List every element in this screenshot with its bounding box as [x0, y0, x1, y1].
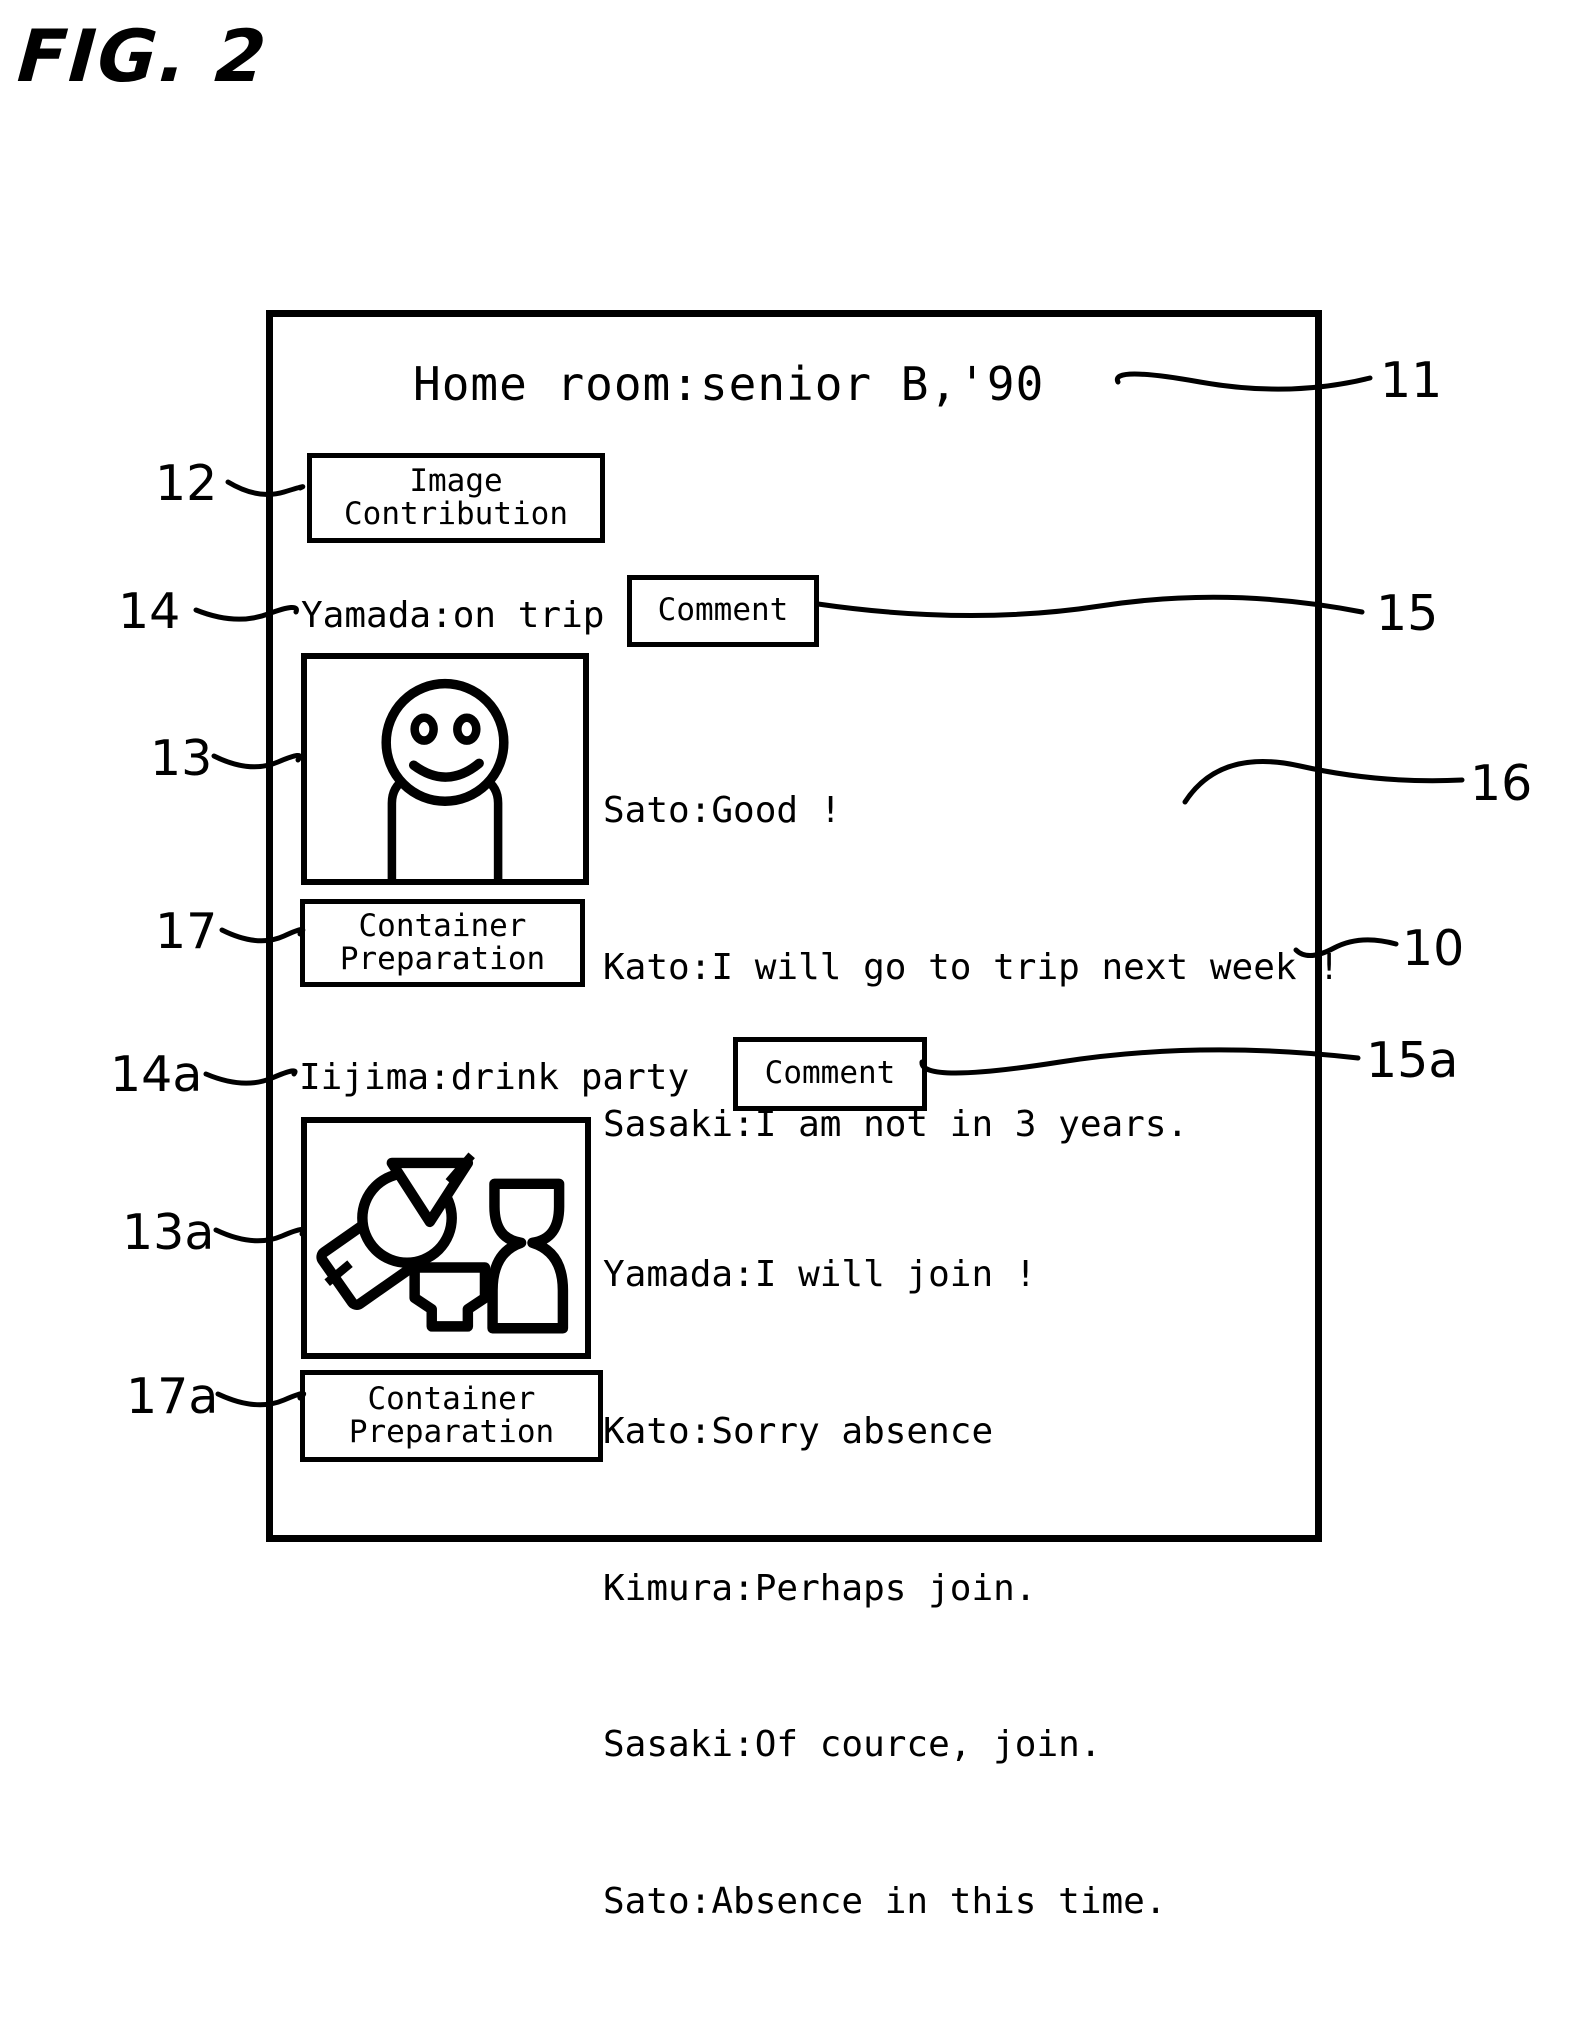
comment-line: Kato:I will go to trip next week !	[603, 946, 1340, 988]
post-image-iijima[interactable]	[301, 1117, 591, 1359]
ref-number-11: 11	[1380, 352, 1443, 409]
image-contribution-button[interactable]: Image Contribution	[307, 453, 605, 543]
comment-line: Kimura:Perhaps join.	[603, 1567, 1037, 1609]
smiley-person-icon	[381, 678, 509, 879]
page-title: Home room:senior B,'90	[413, 357, 1045, 411]
comment-button-1[interactable]: Comment	[627, 575, 819, 647]
ref-number-10: 10	[1402, 920, 1465, 977]
ref-number-13a: 13a	[122, 1204, 215, 1261]
container-preparation-button-1[interactable]: Container Preparation	[300, 899, 585, 987]
ref-number-12: 12	[155, 455, 218, 512]
comment-line: Kato:Sorry absence	[603, 1410, 994, 1452]
post-heading-yamada: Yamada:on trip	[301, 595, 605, 636]
comment-line: Sato:Good !	[603, 790, 842, 832]
post-image-yamada[interactable]	[301, 653, 589, 885]
ref-number-17a: 17a	[126, 1368, 219, 1425]
drink-party-dishes-icon	[316, 1152, 569, 1334]
ref-number-17: 17	[155, 903, 218, 960]
post-heading-iijima: Iijima:drink party	[299, 1057, 690, 1098]
ref-number-16: 16	[1470, 755, 1533, 812]
ref-number-14a: 14a	[110, 1046, 203, 1103]
comment-list-2: Yamada:I will join ! Kato:Sorry absence …	[603, 1145, 1167, 2032]
comment-button-2[interactable]: Comment	[733, 1037, 927, 1111]
comment-line: Sasaki:I am not in 3 years.	[603, 1103, 1189, 1145]
comment-line: Yamada:I will join !	[603, 1254, 1037, 1296]
figure-label: FIG. 2	[15, 14, 271, 98]
screen-frame: Home room:senior B,'90 Image Contributio…	[266, 310, 1340, 1922]
comment-line: Sasaki:Of cource, join.	[603, 1724, 1102, 1766]
container-preparation-button-2[interactable]: Container Preparation	[300, 1370, 603, 1462]
comment-line: Sato:Absence in this time.	[603, 1880, 1167, 1922]
ref-number-13: 13	[150, 730, 213, 787]
ref-number-15: 15	[1376, 585, 1439, 642]
ref-number-14: 14	[118, 583, 181, 640]
ref-number-15a: 15a	[1366, 1032, 1459, 1089]
